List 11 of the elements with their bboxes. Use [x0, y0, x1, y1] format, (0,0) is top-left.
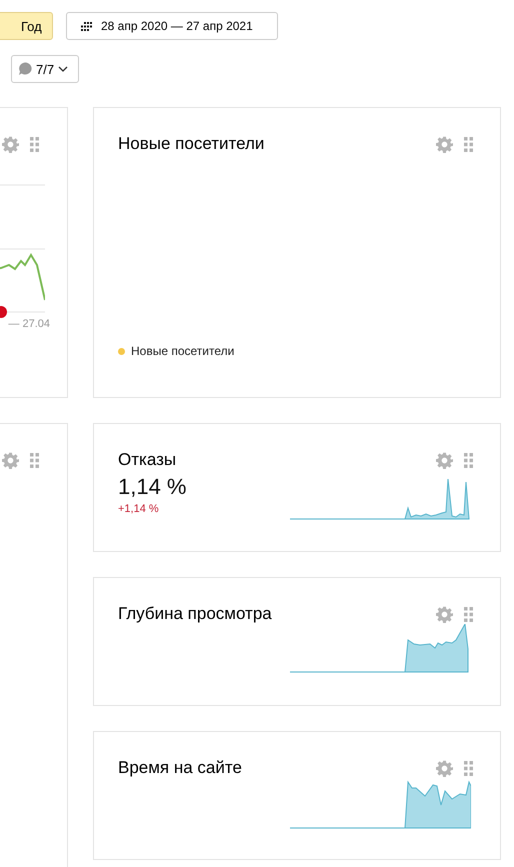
widget-title: Новые посетители: [118, 134, 264, 154]
period-button[interactable]: Год: [0, 12, 53, 40]
comments-button[interactable]: 7/7: [11, 55, 79, 83]
legend-label: Новые посетители: [131, 344, 234, 358]
date-range-button[interactable]: 28 апр 2020 — 27 апр 2021: [66, 12, 278, 40]
widget-title: Глубина просмотра: [118, 604, 272, 624]
widget-title: Отказы: [118, 450, 176, 470]
metric-change: +1,14 %: [118, 503, 160, 515]
metric-value: 1,14 %: [118, 474, 186, 500]
axis-label: — 27.04: [7, 318, 50, 330]
widget-title: Время на сайте: [118, 758, 242, 778]
